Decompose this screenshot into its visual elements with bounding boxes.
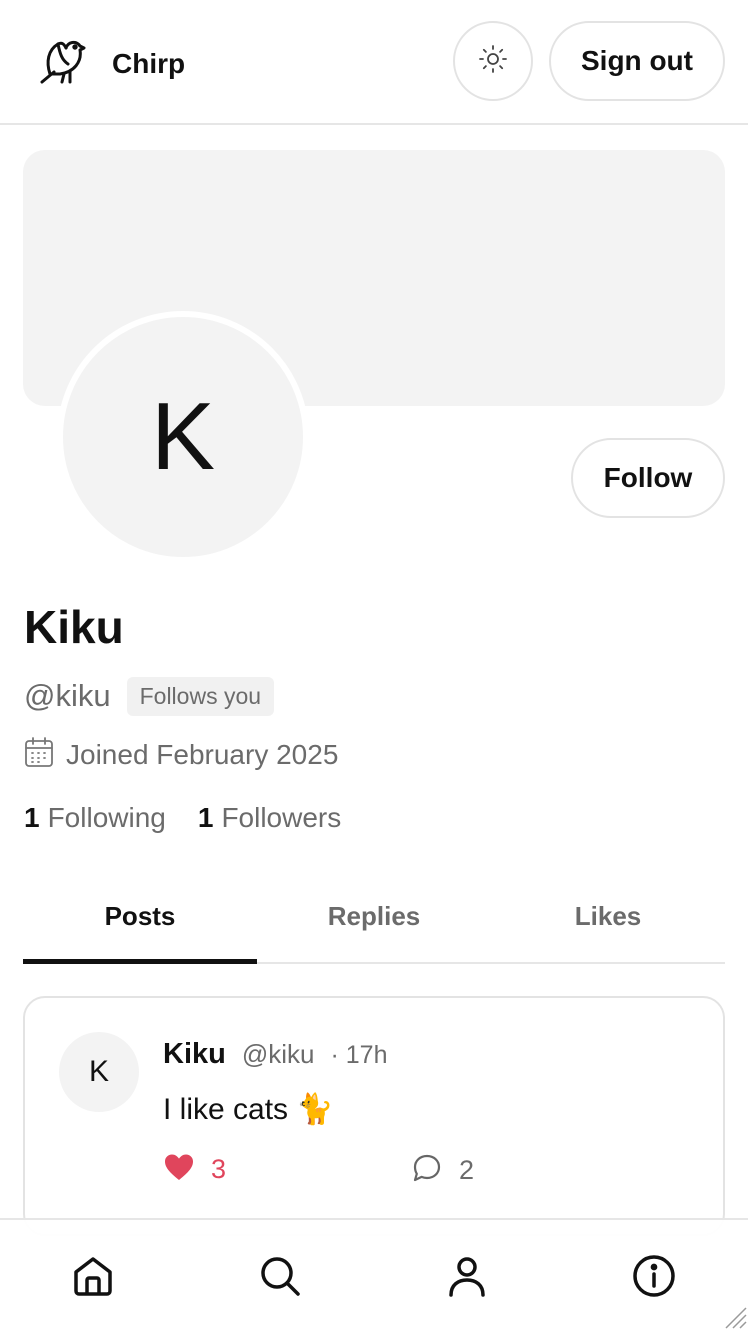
- profile-page: Chirp Sign out K Follow Kiku @kiku Follo…: [0, 0, 748, 1330]
- followers-stat[interactable]: 1 Followers: [198, 802, 341, 834]
- home-icon: [71, 1254, 115, 1303]
- info-icon: [631, 1253, 677, 1304]
- nav-search[interactable]: [256, 1254, 304, 1302]
- profile-tabs: Posts Replies Likes: [23, 870, 725, 964]
- handle-row: @kiku Follows you: [24, 676, 275, 716]
- joined-row: Joined February 2025: [24, 736, 338, 773]
- top-header: Chirp Sign out: [0, 0, 748, 125]
- bird-icon: [38, 38, 86, 89]
- nav-profile[interactable]: [443, 1254, 491, 1302]
- followers-count: 1: [197, 802, 214, 833]
- like-count: 3: [211, 1154, 227, 1184]
- calendar-icon: [24, 736, 54, 773]
- brand[interactable]: Chirp: [38, 38, 185, 89]
- follow-button[interactable]: Follow: [571, 438, 725, 518]
- post-author-name[interactable]: Kiku: [163, 1038, 226, 1071]
- profile-icon: [445, 1254, 489, 1303]
- tab-replies[interactable]: Replies: [257, 870, 491, 962]
- profile-display-name: Kiku: [24, 601, 124, 653]
- nav-home[interactable]: [69, 1254, 117, 1302]
- following-count: 1: [24, 802, 40, 833]
- sun-icon: [478, 44, 508, 79]
- bottom-nav: [0, 1218, 748, 1330]
- tab-posts[interactable]: Posts: [23, 870, 257, 964]
- profile-avatar: K: [57, 311, 309, 563]
- post-text: I like cats 🐈: [163, 1093, 334, 1126]
- post-author-handle: @kiku: [241, 1039, 315, 1069]
- comment-count: 2: [459, 1155, 475, 1185]
- search-icon: [258, 1254, 302, 1303]
- post-header: Kiku @kiku · 17h: [163, 1038, 387, 1071]
- follow-stats: 1 Following 1 Followers: [24, 802, 341, 834]
- comment-button[interactable]: 2: [411, 1152, 474, 1189]
- resize-grip-icon[interactable]: [720, 1302, 748, 1330]
- post-timestamp: · 17h: [330, 1041, 388, 1069]
- follows-you-badge: Follows you: [126, 676, 275, 716]
- post-actions: 3 2: [163, 1152, 703, 1192]
- theme-toggle-button[interactable]: [453, 21, 533, 101]
- sign-out-button[interactable]: Sign out: [549, 21, 725, 101]
- post-card[interactable]: K Kiku @kiku · 17h I like cats 🐈 3 2: [23, 996, 725, 1236]
- like-button[interactable]: 3: [163, 1152, 226, 1187]
- profile-handle: @kiku: [24, 678, 111, 713]
- comment-icon: [411, 1152, 443, 1189]
- tab-likes[interactable]: Likes: [491, 870, 725, 962]
- followers-label: Followers: [221, 802, 342, 833]
- following-stat[interactable]: 1 Following: [24, 802, 166, 834]
- app-name: Chirp: [112, 47, 186, 79]
- heart-icon: [163, 1152, 195, 1187]
- joined-date: Joined February 2025: [66, 738, 339, 770]
- following-label: Following: [47, 802, 166, 833]
- post-avatar[interactable]: K: [59, 1032, 139, 1112]
- nav-info[interactable]: [630, 1254, 678, 1302]
